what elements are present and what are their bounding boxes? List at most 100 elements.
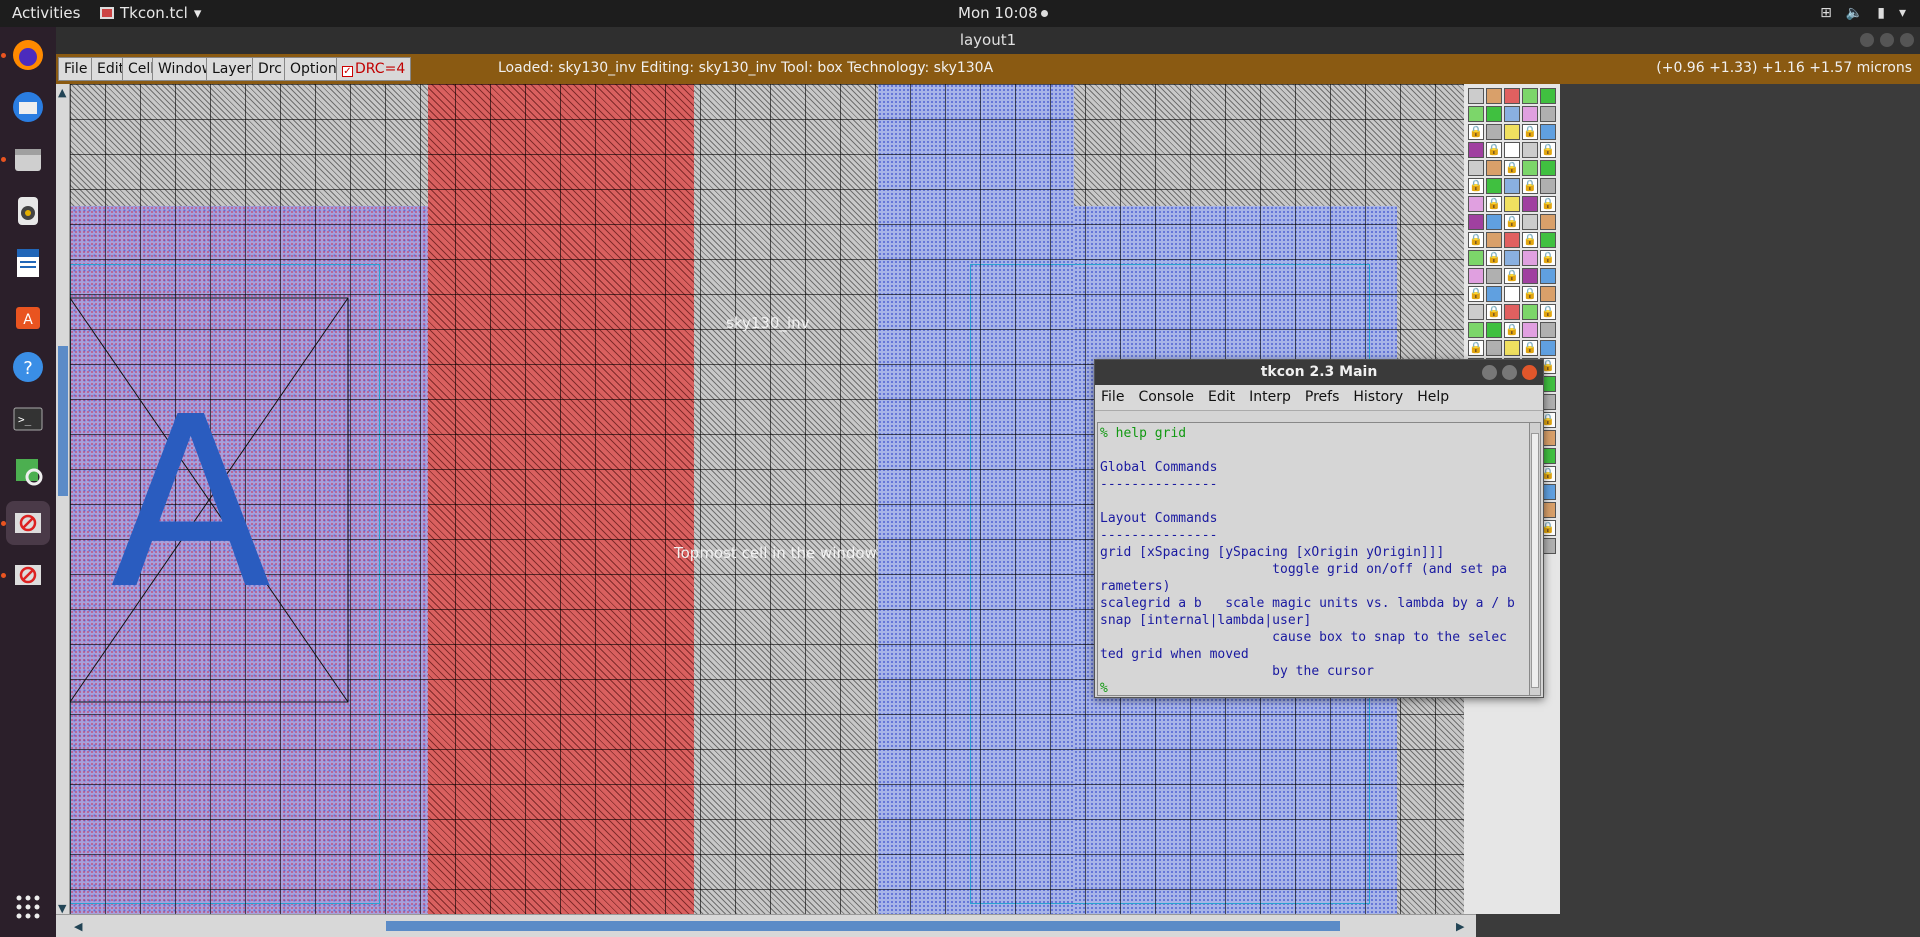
layer-lock-icon[interactable]: 🔒 xyxy=(1522,178,1538,194)
thunderbird-icon[interactable] xyxy=(6,85,50,129)
layer-swatch[interactable] xyxy=(1504,232,1520,248)
layer-lock-icon[interactable]: 🔒 xyxy=(1522,340,1538,356)
layer-swatch[interactable] xyxy=(1468,268,1484,284)
layer-swatch[interactable] xyxy=(1468,304,1484,320)
tkcon-menu-prefs[interactable]: Prefs xyxy=(1305,385,1339,410)
layer-swatch[interactable] xyxy=(1486,178,1502,194)
layer-swatch[interactable] xyxy=(1540,340,1556,356)
layer-swatch[interactable] xyxy=(1522,106,1538,122)
scroll-up-icon[interactable]: ▲ xyxy=(58,86,66,99)
window-titlebar[interactable]: layout1 xyxy=(56,27,1920,54)
layer-swatch[interactable] xyxy=(1486,124,1502,140)
tkcon-titlebar[interactable]: tkcon 2.3 Main xyxy=(1095,360,1543,385)
minimize-icon[interactable] xyxy=(1482,365,1497,380)
tkcon-menu-help[interactable]: Help xyxy=(1417,385,1449,410)
blocked-app-icon[interactable] xyxy=(6,501,50,545)
layer-swatch[interactable] xyxy=(1486,322,1502,338)
layer-swatch[interactable] xyxy=(1540,88,1556,104)
layer-swatch[interactable] xyxy=(1468,88,1484,104)
layer-swatch[interactable] xyxy=(1522,304,1538,320)
layer-lock-icon[interactable]: 🔒 xyxy=(1540,250,1556,266)
layer-swatch[interactable] xyxy=(1486,214,1502,230)
layer-swatch[interactable] xyxy=(1540,106,1556,122)
layer-swatch[interactable] xyxy=(1486,232,1502,248)
layer-lock-icon[interactable]: 🔒 xyxy=(1468,124,1484,140)
software-icon[interactable]: A xyxy=(6,293,50,337)
layer-swatch[interactable] xyxy=(1486,340,1502,356)
layer-swatch[interactable] xyxy=(1504,142,1520,158)
close-icon[interactable] xyxy=(1900,33,1914,47)
layer-swatch[interactable] xyxy=(1504,304,1520,320)
layer-swatch[interactable] xyxy=(1486,286,1502,302)
layer-lock-icon[interactable]: 🔒 xyxy=(1468,340,1484,356)
layer-swatch[interactable] xyxy=(1468,142,1484,158)
layer-swatch[interactable] xyxy=(1522,160,1538,176)
layer-swatch[interactable] xyxy=(1468,106,1484,122)
drc-toggle-button[interactable]: ✓ DRC=4 xyxy=(336,57,412,81)
tkcon-menu-edit[interactable]: Edit xyxy=(1208,385,1235,410)
menu-drc[interactable]: Drc xyxy=(252,57,288,81)
blocked-app-icon[interactable] xyxy=(6,553,50,597)
terminal-icon[interactable]: >_ xyxy=(6,397,50,441)
layer-lock-icon[interactable]: 🔒 xyxy=(1486,250,1502,266)
layer-lock-icon[interactable]: 🔒 xyxy=(1504,214,1520,230)
layer-swatch[interactable] xyxy=(1540,268,1556,284)
minimize-icon[interactable] xyxy=(1860,33,1874,47)
tkcon-scrollbar[interactable] xyxy=(1529,422,1541,696)
files-icon[interactable] xyxy=(6,137,50,181)
layer-lock-icon[interactable]: 🔒 xyxy=(1522,286,1538,302)
firefox-icon[interactable] xyxy=(6,33,50,77)
layer-lock-icon[interactable]: 🔒 xyxy=(1540,304,1556,320)
layer-swatch[interactable] xyxy=(1540,160,1556,176)
layer-lock-icon[interactable]: 🔒 xyxy=(1468,286,1484,302)
scrollbar-thumb[interactable] xyxy=(58,346,68,496)
horizontal-scrollbar[interactable]: ◀ ▶ xyxy=(56,914,1476,937)
layer-swatch[interactable] xyxy=(1522,196,1538,212)
layer-lock-icon[interactable]: 🔒 xyxy=(1486,142,1502,158)
layer-swatch[interactable] xyxy=(1540,214,1556,230)
writer-icon[interactable] xyxy=(6,241,50,285)
layer-swatch[interactable] xyxy=(1504,88,1520,104)
scroll-left-icon[interactable]: ◀ xyxy=(74,920,82,933)
layer-swatch[interactable] xyxy=(1486,88,1502,104)
layer-swatch[interactable] xyxy=(1504,106,1520,122)
layer-swatch[interactable] xyxy=(1504,124,1520,140)
tkcon-menu-interp[interactable]: Interp xyxy=(1249,385,1291,410)
tkcon-console-text[interactable]: % help grid Global Commands -------------… xyxy=(1097,422,1530,696)
tkcon-menu-file[interactable]: File xyxy=(1101,385,1124,410)
system-tray[interactable]: ⊞ 🔈 ▮ ▾ xyxy=(1820,5,1906,21)
layer-lock-icon[interactable]: 🔒 xyxy=(1540,142,1556,158)
help-icon[interactable]: ? xyxy=(6,345,50,389)
layer-swatch[interactable] xyxy=(1468,214,1484,230)
layer-lock-icon[interactable]: 🔒 xyxy=(1540,196,1556,212)
layer-lock-icon[interactable]: 🔒 xyxy=(1486,196,1502,212)
layer-swatch[interactable] xyxy=(1468,322,1484,338)
layer-lock-icon[interactable]: 🔒 xyxy=(1468,232,1484,248)
image-viewer-icon[interactable] xyxy=(6,449,50,493)
clock[interactable]: Mon 10:08 xyxy=(958,4,1048,22)
layer-swatch[interactable] xyxy=(1540,124,1556,140)
layer-swatch[interactable] xyxy=(1504,286,1520,302)
layer-swatch[interactable] xyxy=(1504,196,1520,212)
layer-swatch[interactable] xyxy=(1468,160,1484,176)
maximize-icon[interactable] xyxy=(1502,365,1517,380)
menu-file[interactable]: File xyxy=(58,57,94,81)
layer-swatch[interactable] xyxy=(1540,178,1556,194)
layer-swatch[interactable] xyxy=(1522,142,1538,158)
layer-lock-icon[interactable]: 🔒 xyxy=(1486,304,1502,320)
layer-swatch[interactable] xyxy=(1522,322,1538,338)
layer-swatch[interactable] xyxy=(1486,106,1502,122)
layer-swatch[interactable] xyxy=(1540,232,1556,248)
layer-swatch[interactable] xyxy=(1522,88,1538,104)
app-menu[interactable]: Tkcon.tcl ▾ xyxy=(100,4,201,22)
layer-lock-icon[interactable]: 🔒 xyxy=(1504,268,1520,284)
scrollbar-thumb[interactable] xyxy=(1531,433,1539,688)
tkcon-menu-history[interactable]: History xyxy=(1353,385,1403,410)
scrollbar-thumb[interactable] xyxy=(386,921,1340,931)
layer-swatch[interactable] xyxy=(1486,268,1502,284)
layer-swatch[interactable] xyxy=(1540,286,1556,302)
layer-lock-icon[interactable]: 🔒 xyxy=(1522,124,1538,140)
tkcon-menu-console[interactable]: Console xyxy=(1138,385,1194,410)
layer-lock-icon[interactable]: 🔒 xyxy=(1522,232,1538,248)
layer-swatch[interactable] xyxy=(1468,196,1484,212)
